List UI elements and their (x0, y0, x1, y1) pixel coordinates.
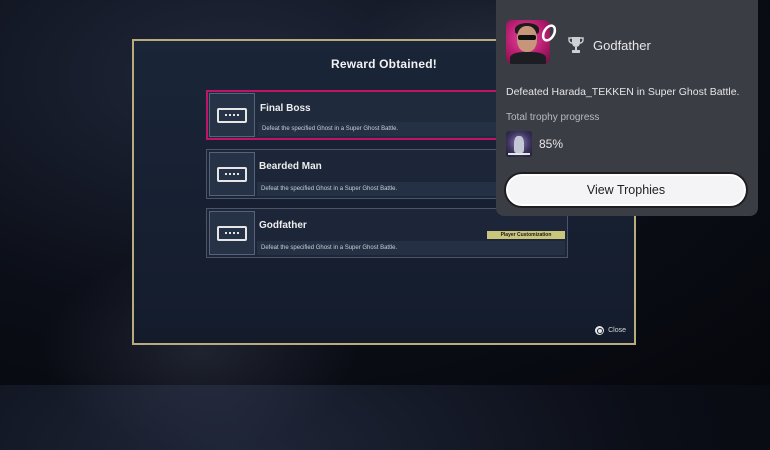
reward-description: Defeat the specified Ghost in a Super Gh… (257, 241, 565, 255)
reward-name: Godfather (259, 220, 307, 231)
progress-value: 85% (539, 137, 564, 151)
trophy-name: Godfather (593, 38, 651, 53)
view-trophies-button[interactable]: View Trophies (506, 174, 746, 206)
nameplate-icon (209, 152, 255, 196)
game-thumbnail (506, 131, 532, 157)
nameplate-icon (209, 211, 255, 255)
reward-name: Bearded Man (259, 161, 322, 172)
trophy-description: Defeated Harada_TEKKEN in Super Ghost Ba… (506, 86, 740, 98)
reward-tag: Player Customization (487, 231, 565, 239)
close-label: Close (608, 327, 626, 334)
nameplate-icon (209, 93, 255, 137)
progress-label: Total trophy progress (506, 112, 600, 123)
trophy-icon (568, 37, 584, 53)
reward-name: Final Boss (260, 103, 311, 114)
avatar-badge-icon (541, 24, 557, 42)
close-button[interactable]: Close (595, 326, 626, 335)
circle-button-icon (595, 326, 605, 335)
trophy-notification: Godfather Defeated Harada_TEKKEN in Supe… (496, 0, 758, 216)
